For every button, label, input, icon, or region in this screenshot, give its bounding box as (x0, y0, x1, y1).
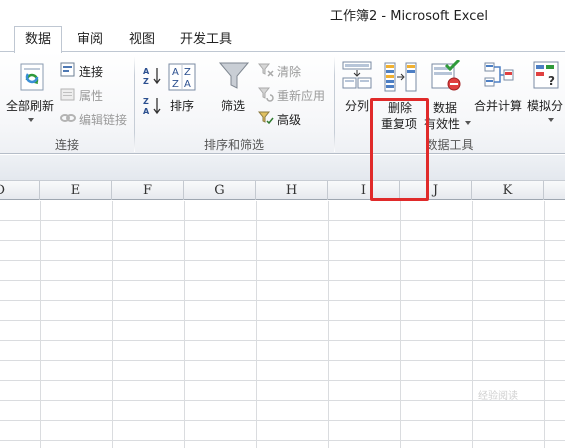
svg-text:A: A (184, 79, 191, 90)
svg-text:A: A (143, 107, 150, 116)
worksheet: D E F G H I J K (0, 155, 565, 448)
column-header-k[interactable]: K (472, 181, 544, 200)
consolidate-icon[interactable] (484, 60, 514, 90)
svg-text:Z: Z (143, 97, 149, 106)
connections-button[interactable]: 连接 (79, 63, 103, 80)
sort-ascending-icon[interactable]: A Z (142, 66, 162, 86)
connections-icon (60, 62, 75, 77)
data-validation-label-line1[interactable]: 数据 (433, 99, 457, 116)
column-header-f[interactable]: F (112, 181, 184, 200)
tab-data[interactable]: 数据 (14, 26, 62, 53)
refresh-all-button[interactable]: 全部刷新 (6, 97, 54, 114)
refresh-all-icon[interactable] (18, 62, 46, 92)
column-header-e[interactable]: E (40, 181, 112, 200)
text-to-columns-button[interactable]: 分列 (345, 97, 369, 114)
svg-text:Z: Z (172, 79, 179, 90)
group-label-data-tools: 数据工具 (425, 138, 474, 152)
properties-button[interactable]: 属性 (79, 87, 103, 104)
filter-button[interactable]: 筛选 (221, 97, 245, 114)
window-title: 工作簿2 - Microsoft Excel (330, 9, 488, 24)
remove-duplicates-icon[interactable] (384, 62, 418, 92)
column-headers: D E F G H I J K (0, 181, 565, 200)
data-validation-label-line2[interactable]: 有效性 (424, 115, 460, 132)
svg-text:A: A (143, 67, 150, 76)
tab-view[interactable]: 视图 (122, 30, 162, 52)
text-to-columns-icon[interactable] (342, 60, 372, 90)
advanced-filter-icon (258, 111, 274, 125)
formula-bar-area (0, 155, 565, 181)
reapply-button[interactable]: 重新应用 (277, 87, 325, 104)
ribbon-tabs: 数据 审阅 视图 开发工具 (0, 26, 565, 53)
edit-links-button[interactable]: 编辑链接 (79, 111, 127, 128)
clear-filter-icon (258, 63, 274, 77)
tab-developer[interactable]: 开发工具 (174, 30, 238, 52)
svg-text:Z: Z (143, 77, 149, 86)
chevron-down-icon[interactable] (465, 121, 471, 125)
chevron-down-icon[interactable] (28, 118, 34, 122)
consolidate-button[interactable]: 合并计算 (474, 97, 522, 114)
svg-text:A: A (172, 67, 179, 78)
sort-icon[interactable]: A Z Z A (167, 62, 197, 92)
what-if-analysis-button[interactable]: 模拟分 (527, 97, 563, 114)
advanced-button[interactable]: 高级 (277, 111, 301, 128)
svg-text:Z: Z (184, 67, 191, 78)
properties-icon (60, 88, 75, 101)
highlight-box (370, 98, 429, 201)
watermark: 经验阅读 (478, 391, 518, 402)
reapply-icon (258, 87, 274, 102)
cell-grid[interactable] (0, 201, 565, 448)
chevron-down-icon[interactable] (548, 118, 554, 122)
filter-icon[interactable] (218, 60, 250, 92)
column-header-d[interactable]: D (0, 181, 40, 200)
title-bar: 工作簿2 - Microsoft Excel (0, 0, 565, 26)
group-label-sort-filter: 排序和筛选 (203, 138, 264, 152)
column-header-h[interactable]: H (256, 181, 328, 200)
data-validation-icon[interactable] (430, 60, 462, 92)
column-header-g[interactable]: G (184, 181, 256, 200)
sort-button[interactable]: 排序 (170, 97, 194, 114)
ribbon-data: 全部刷新 连接 属性 编辑链接 连接 A Z Z A A Z Z A 排序 筛选… (0, 51, 565, 201)
edit-links-icon (60, 114, 76, 122)
tab-review[interactable]: 审阅 (70, 30, 110, 52)
clear-button[interactable]: 清除 (277, 63, 301, 80)
sort-descending-icon[interactable]: Z A (142, 96, 162, 116)
what-if-analysis-icon[interactable]: ? (532, 60, 562, 90)
svg-text:?: ? (548, 74, 555, 88)
group-label-connections: 连接 (54, 138, 79, 152)
